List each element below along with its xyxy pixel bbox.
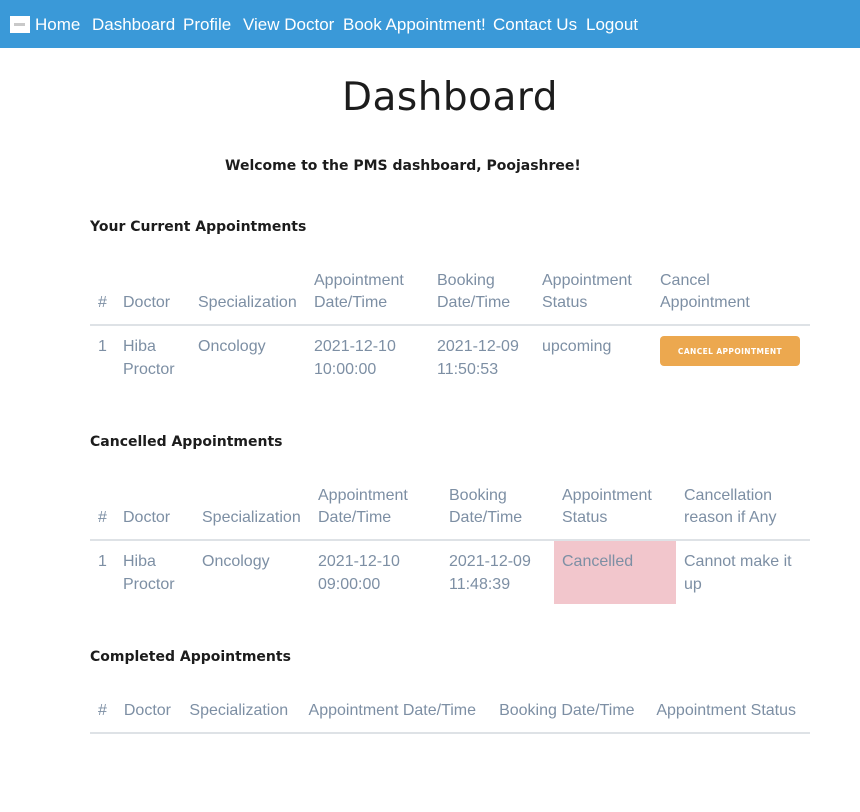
column-header: Appointment Date/Time [300,700,492,734]
column-header: Booking Date/Time [441,485,554,541]
current-appointments-table: # Doctor Specialization Appointment Date… [90,270,810,395]
cancelled-appointments-title: Cancelled Appointments [90,434,283,450]
nav-book-appointment-link[interactable]: Book Appointment! [343,15,486,35]
cancelled-appointments-table: # Doctor Specialization Appointment Date… [90,485,810,604]
column-header: Appointment Status [554,485,676,541]
table-header-row: # Doctor Specialization Appointment Date… [90,700,810,734]
specialization: Oncology [202,553,270,570]
booking-datetime: 2021-12-09 11:48:39 [449,553,531,593]
cancel-appointment-button[interactable]: CANCEL APPOINTMENT [660,336,800,366]
nav-profile-link[interactable]: Profile [183,15,231,35]
table-row: 1 Hiba Proctor Oncology 2021-12-10 10:00… [90,325,810,395]
specialization: Oncology [198,338,266,355]
column-header: # [90,485,115,541]
table-header-row: # Doctor Specialization Appointment Date… [90,270,810,326]
table-row: 1 Hiba Proctor Oncology 2021-12-10 09:00… [90,540,810,604]
doctor-name: Hiba Proctor [123,553,175,593]
column-header: Booking Date/Time [429,270,534,326]
cancellation-reason: Cannot make it up [684,553,792,593]
nav-contact-us-link[interactable]: Contact Us [493,15,577,35]
column-header: Specialization [194,485,310,541]
booking-datetime: 2021-12-09 11:50:53 [437,338,519,378]
navbar: Home Dashboard Profile View Doctor Book … [0,0,860,48]
column-header: Cancel Appointment [652,270,810,326]
column-header: Appointment Status [534,270,652,326]
column-header: Doctor [115,700,182,734]
column-header: Booking Date/Time [491,700,649,734]
column-header: Specialization [181,700,301,734]
completed-appointments-title: Completed Appointments [90,649,291,665]
page-title: Dashboard [341,75,559,120]
column-header: Appointment Date/Time [306,270,429,326]
cancel-cell: CANCEL APPOINTMENT [652,325,810,395]
column-header: # [90,700,116,734]
appointment-status: upcoming [542,338,612,355]
table-header-row: # Doctor Specialization Appointment Date… [90,485,810,541]
welcome-message: Welcome to the PMS dashboard, Poojashree… [225,158,581,174]
appointment-datetime: 2021-12-10 09:00:00 [318,553,400,593]
column-header: Cancellation reason if Any [676,485,810,541]
current-appointments-title: Your Current Appointments [90,219,307,235]
appointment-status: Cancelled [554,540,676,604]
logo-icon[interactable] [10,16,30,33]
column-header: Doctor [115,485,194,541]
nav-home-link[interactable]: Home [35,15,80,35]
completed-appointments-table: # Doctor Specialization Appointment Date… [90,700,810,734]
nav-view-doctor-link[interactable]: View Doctor [243,15,334,35]
nav-logout-link[interactable]: Logout [586,15,638,35]
row-number: 1 [98,553,107,570]
column-header: Appointment Date/Time [310,485,441,541]
doctor-name: Hiba Proctor [123,338,175,378]
column-header: Specialization [190,270,306,326]
nav-dashboard-link[interactable]: Dashboard [92,15,175,35]
column-header: # [90,270,115,326]
column-header: Doctor [115,270,190,326]
appointment-datetime: 2021-12-10 10:00:00 [314,338,396,378]
row-number: 1 [98,338,107,355]
column-header: Appointment Status [648,700,810,734]
